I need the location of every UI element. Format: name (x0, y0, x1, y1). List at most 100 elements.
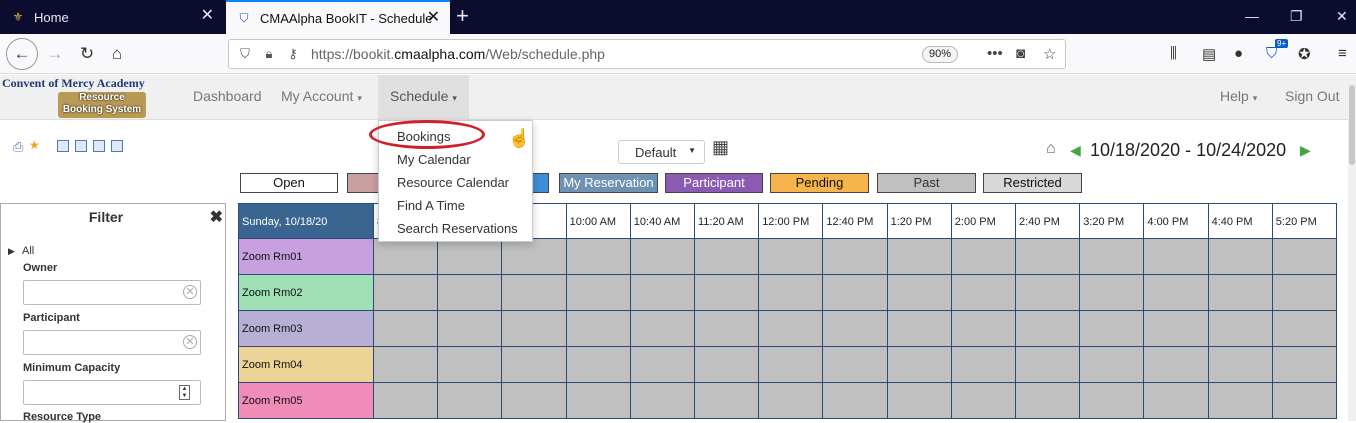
slot-cell[interactable] (759, 311, 824, 347)
nav-schedule[interactable]: Schedule ▾ (378, 75, 469, 120)
slot-cell[interactable] (502, 275, 567, 311)
key-icon[interactable]: ⚷ (285, 46, 301, 62)
restore-icon[interactable]: ❐ (1290, 8, 1303, 25)
back-arrow-icon[interactable]: ← (6, 38, 38, 70)
slot-cell[interactable] (566, 239, 631, 275)
reload-icon[interactable]: ↻ (74, 41, 100, 67)
slot-cell[interactable] (887, 275, 952, 311)
slot-cell[interactable] (1080, 275, 1145, 311)
slot-cell[interactable] (887, 311, 952, 347)
slot-cell[interactable] (502, 383, 567, 419)
dropdown-item[interactable]: Find A Time (397, 198, 465, 213)
slot-cell[interactable] (823, 275, 888, 311)
standard-view-icon[interactable] (57, 140, 69, 152)
slot-cell[interactable] (1208, 311, 1273, 347)
clear-icon[interactable]: ✕ (183, 335, 197, 349)
slot-cell[interactable] (566, 347, 631, 383)
slot-cell[interactable] (630, 239, 695, 275)
tab-schedule[interactable]: ⛉ CMAAlpha BookIT - Schedule ✕ (226, 0, 450, 34)
scrollbar[interactable] (1348, 75, 1356, 421)
resource-row-label[interactable]: Zoom Rm01 (238, 239, 374, 275)
new-tab-icon[interactable]: + (456, 5, 469, 27)
slot-cell[interactable] (823, 311, 888, 347)
slot-cell[interactable] (887, 239, 952, 275)
slot-cell[interactable] (695, 383, 760, 419)
slot-cell[interactable] (1016, 311, 1081, 347)
slot-cell[interactable] (1272, 383, 1337, 419)
slot-cell[interactable] (1208, 275, 1273, 311)
scrollbar-thumb[interactable] (1349, 85, 1355, 165)
slot-cell[interactable] (1272, 275, 1337, 311)
slot-cell[interactable] (1016, 347, 1081, 383)
nav-dashboard[interactable]: Dashboard (193, 88, 262, 104)
slot-cell[interactable] (1144, 383, 1209, 419)
dropdown-item[interactable]: My Calendar (397, 152, 471, 167)
nav-help[interactable]: Help ▾ (1220, 88, 1257, 104)
hamburger-menu-icon[interactable]: ≡ (1338, 45, 1347, 62)
lock-icon[interactable]: 🔒︎ (261, 46, 277, 62)
expand-arrow-icon[interactable]: ▶ (8, 246, 15, 257)
slot-cell[interactable] (566, 383, 631, 419)
slot-cell[interactable] (502, 239, 567, 275)
close-icon[interactable]: ✕ (427, 10, 440, 26)
minimize-icon[interactable]: — (1245, 8, 1259, 24)
spinner-icon[interactable]: ▲ ▼ (179, 385, 190, 400)
column-view-icon[interactable] (75, 140, 87, 152)
slot-cell[interactable] (1272, 239, 1337, 275)
close-icon[interactable]: ✕ (201, 8, 214, 24)
slot-cell[interactable] (374, 275, 439, 311)
participant-input[interactable]: ✕ (23, 330, 201, 355)
pocket-icon[interactable]: ◙ (1016, 45, 1025, 62)
slot-cell[interactable] (951, 311, 1016, 347)
slot-cell[interactable] (951, 347, 1016, 383)
slot-cell[interactable] (374, 311, 439, 347)
slot-cell[interactable] (1144, 239, 1209, 275)
more-actions-icon[interactable]: ••• (987, 45, 1003, 62)
resource-row-label[interactable]: Zoom Rm02 (238, 275, 374, 311)
extension-icon[interactable]: ✪ (1298, 45, 1311, 63)
slot-cell[interactable] (1080, 347, 1145, 383)
url-bar[interactable]: ⛉ 🔒︎ ⚷ https://bookit.cmaalpha.com/Web/s… (228, 39, 1066, 69)
slot-cell[interactable] (1144, 311, 1209, 347)
slot-cell[interactable] (1016, 275, 1081, 311)
previous-week-arrow-icon[interactable]: ◀ (1070, 142, 1081, 159)
slot-cell[interactable] (887, 347, 952, 383)
dropdown-item[interactable]: Resource Calendar (397, 175, 509, 190)
forward-arrow-icon[interactable]: → (42, 41, 68, 67)
slot-cell[interactable] (566, 275, 631, 311)
slot-cell[interactable] (502, 311, 567, 347)
tall-view-icon[interactable] (111, 140, 123, 152)
filter-all[interactable]: All (22, 245, 34, 257)
slot-cell[interactable] (951, 383, 1016, 419)
tab-home[interactable]: ⚜ Home ✕ (0, 0, 224, 34)
slot-cell[interactable] (887, 383, 952, 419)
slot-cell[interactable] (630, 275, 695, 311)
clear-icon[interactable]: ✕ (183, 285, 197, 299)
dropdown-item[interactable]: Search Reservations (397, 221, 518, 236)
nav-my-account[interactable]: My Account ▾ (281, 88, 362, 104)
nav-sign-out[interactable]: Sign Out (1285, 88, 1339, 104)
slot-cell[interactable] (1080, 383, 1145, 419)
slot-cell[interactable] (759, 347, 824, 383)
owner-input[interactable]: ✕ (23, 280, 201, 305)
home-icon[interactable]: ⌂ (1046, 140, 1056, 158)
slot-cell[interactable] (438, 311, 503, 347)
zoom-level[interactable]: 90% (922, 46, 959, 63)
url-text[interactable]: https://bookit.cmaalpha.com/Web/schedule… (311, 46, 605, 62)
slot-cell[interactable] (630, 383, 695, 419)
slot-cell[interactable] (695, 311, 760, 347)
slot-cell[interactable] (823, 239, 888, 275)
slot-cell[interactable] (1144, 275, 1209, 311)
slot-cell[interactable] (630, 311, 695, 347)
slot-cell[interactable] (566, 311, 631, 347)
next-week-arrow-icon[interactable]: ▶ (1300, 142, 1311, 159)
library-icon[interactable]: ⫼ (1170, 45, 1177, 62)
slot-cell[interactable] (438, 347, 503, 383)
slot-cell[interactable] (1208, 347, 1273, 383)
resource-row-label[interactable]: Zoom Rm05 (238, 383, 374, 419)
favorite-star-icon[interactable]: ★ (29, 138, 40, 152)
print-icon[interactable]: ⎙ (13, 139, 23, 155)
slot-cell[interactable] (1080, 239, 1145, 275)
slot-cell[interactable] (951, 275, 1016, 311)
bookmark-star-icon[interactable]: ☆ (1043, 45, 1056, 63)
